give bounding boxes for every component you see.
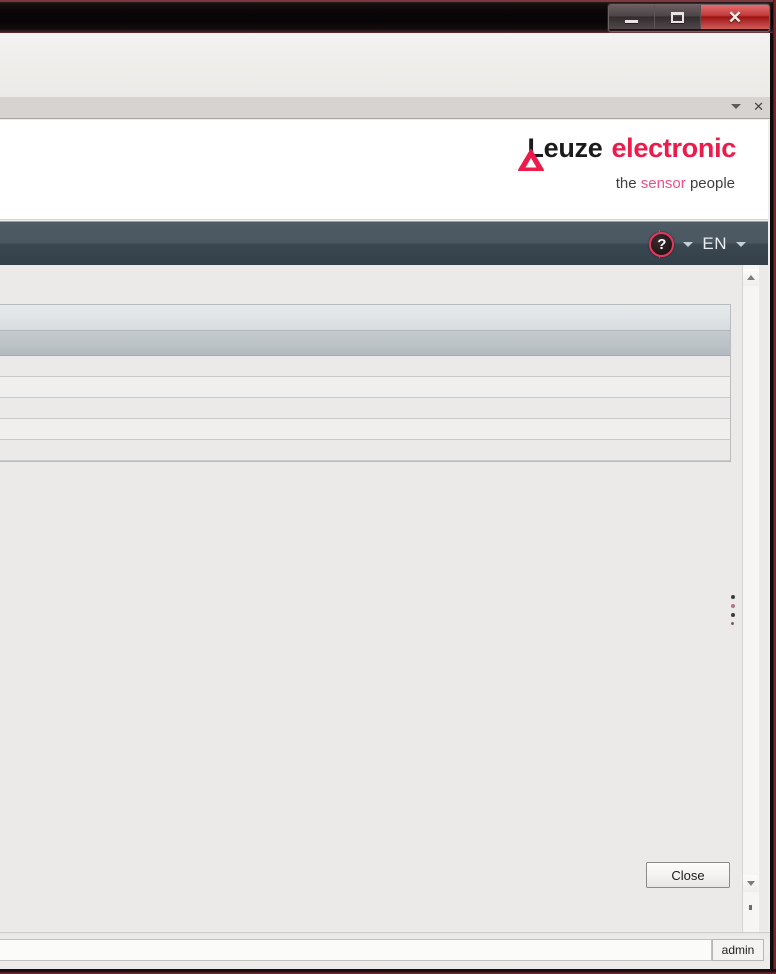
- content-area: Close: [0, 265, 768, 932]
- navigation-bar: ? EN: [0, 221, 768, 265]
- scroll-down-button[interactable]: [743, 875, 759, 892]
- data-table: [0, 304, 731, 462]
- close-icon: ✕: [727, 7, 743, 27]
- nav-right-group: ? EN: [635, 222, 746, 266]
- table-row[interactable]: [0, 440, 730, 461]
- brand-logo: Leuze electronic: [518, 133, 736, 171]
- close-button[interactable]: Close: [646, 862, 730, 888]
- help-chevron-down-icon[interactable]: [683, 241, 694, 247]
- tab-strip: Main operation ✕: [0, 97, 770, 119]
- minimize-icon: [625, 19, 638, 23]
- grip-dot: [730, 613, 735, 617]
- language-chevron-down-icon[interactable]: [736, 241, 746, 247]
- brand-tagline: the sensor people: [616, 175, 735, 192]
- client-area: Main operation ✕ Leuze electronic the se…: [0, 33, 770, 969]
- status-bar: admin: [0, 932, 770, 969]
- restore-button[interactable]: [655, 5, 701, 29]
- chevron-down-icon[interactable]: [731, 104, 742, 109]
- tagline-accent: sensor: [640, 175, 686, 192]
- table-row[interactable]: [0, 419, 730, 440]
- table-row[interactable]: [0, 356, 730, 377]
- application-window: ✕ Main operation ✕ Leuze: [0, 0, 776, 974]
- vertical-scrollbar[interactable]: [742, 265, 759, 932]
- help-icon-glyph: ?: [657, 235, 667, 253]
- tagline-prefix: the: [615, 175, 641, 192]
- status-message-field: [0, 939, 712, 961]
- tab-strip-controls: ✕: [731, 100, 764, 113]
- grip-dot: [730, 604, 735, 608]
- close-window-button[interactable]: ✕: [701, 5, 769, 29]
- help-icon[interactable]: ?: [649, 231, 675, 257]
- tagline-suffix: people: [685, 175, 735, 192]
- brand-header: Leuze electronic the sensor people: [0, 120, 768, 220]
- scrollbar-thumb[interactable]: [749, 905, 752, 910]
- window-controls: ✕: [608, 4, 770, 32]
- grip-dot: [731, 622, 734, 625]
- close-tab-icon[interactable]: ✕: [753, 100, 764, 113]
- language-selector-label[interactable]: EN: [702, 234, 727, 254]
- arrow-up-icon: [747, 275, 755, 280]
- table-row[interactable]: [0, 398, 730, 419]
- grip-dot: [730, 595, 735, 599]
- brand-name-secondary: electronic: [611, 133, 736, 163]
- window-title-bar[interactable]: ✕: [0, 0, 776, 33]
- window-frame-bottom-edge: [0, 969, 776, 974]
- status-user-badge: admin: [712, 939, 764, 961]
- restore-icon: [671, 11, 684, 23]
- table-row-selected[interactable]: [0, 331, 730, 356]
- table-header-row: [0, 305, 730, 331]
- scroll-up-button[interactable]: [743, 269, 759, 286]
- table-row[interactable]: [0, 377, 730, 398]
- splitter-grip[interactable]: [728, 587, 737, 633]
- minimize-button[interactable]: [609, 5, 655, 29]
- arrow-down-icon: [747, 881, 755, 886]
- upper-blank-band: [0, 33, 770, 97]
